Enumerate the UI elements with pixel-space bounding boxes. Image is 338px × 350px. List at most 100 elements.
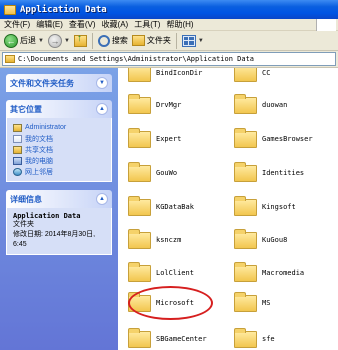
dropdown-arrow-icon: ▼ [38,37,44,44]
forward-button[interactable]: → ▼ [46,32,72,50]
places-panel: 其它位置 ▲ Administrator 我的文档 共享文档 我的电脑 网上邻居 [6,100,112,182]
folder-item[interactable]: CC [234,68,338,88]
folder-item[interactable]: GouWo [128,158,238,188]
up-button[interactable] [72,32,89,50]
folder-icon [128,261,151,282]
folders-label: 文件夹 [146,36,171,45]
network-icon [13,167,22,176]
tasks-panel-header[interactable]: 文件和文件夹任务 ▼ [6,74,112,92]
chevron-down-icon[interactable]: ▼ [96,77,108,89]
tasks-panel-title: 文件和文件夹任务 [10,78,74,88]
address-field[interactable]: C:\Documents and Settings\Administrator\… [2,52,336,66]
menu-tools[interactable]: 工具(T) [134,19,160,30]
address-path: C:\Documents and Settings\Administrator\… [18,55,255,63]
folder-item[interactable]: SBGameCenter [128,324,238,350]
menu-view[interactable]: 查看(V) [69,19,96,30]
tasks-panel: 文件和文件夹任务 ▼ [6,74,112,92]
place-my-computer[interactable]: 我的电脑 [13,155,105,166]
folder-item[interactable]: KuGou8 [234,225,338,255]
folder-item[interactable]: DrvMgr [128,90,238,120]
chevron-up-icon[interactable]: ▲ [96,103,108,115]
folder-item[interactable]: Expert [128,124,238,154]
forward-arrow-icon: → [47,33,62,48]
title-bar: Application Data [0,0,338,19]
folder-item[interactable]: GamesBrowser [234,124,338,154]
folder-item[interactable]: ksnczm [128,225,238,255]
folder-icon [4,4,16,15]
folder-name: ksnczm [156,236,182,244]
search-button[interactable]: 搜索 [96,32,130,50]
toolbar-separator [91,32,93,49]
menu-bar: 文件(F) 编辑(E) 查看(V) 收藏(A) 工具(T) 帮助(H) [0,19,338,31]
folders-button[interactable]: 文件夹 [130,32,173,50]
folder-item[interactable]: sfe [234,324,338,350]
folder-icon [234,161,257,182]
folder-name: BindIconDir [156,69,203,77]
folder-name: CC [262,69,271,77]
folder-icon [234,93,257,114]
folder-icon [128,93,151,114]
details-panel-header[interactable]: 详细信息 ▲ [6,190,112,208]
menu-favorites[interactable]: 收藏(A) [102,19,129,30]
menu-file[interactable]: 文件(F) [4,19,30,30]
folder-icon [234,195,257,216]
chevron-up-icon[interactable]: ▲ [96,193,108,205]
folder-icon [13,123,22,132]
folder-icon [234,228,257,249]
back-label: 后退 [20,36,36,45]
menu-edit[interactable]: 编辑(E) [36,19,63,30]
highlight-circle [128,286,213,320]
folder-icon [128,68,151,82]
place-label: 我的文档 [25,135,53,143]
folder-name: LolClient [156,269,194,277]
folder-item[interactable]: duowan [234,90,338,120]
place-network[interactable]: 网上邻居 [13,166,105,177]
place-label: 网上邻居 [25,168,53,176]
place-my-documents[interactable]: 我的文档 [13,133,105,144]
details-panel-body: Application Data 文件夹 修改日期: 2014年8月30日, 6… [6,208,112,255]
computer-icon [13,156,22,165]
place-administrator[interactable]: Administrator [13,122,105,133]
folder-name: KGDataBak [156,203,194,211]
folder-name: MS [262,299,271,307]
details-type: 文件夹 [13,221,34,228]
folder-name: Expert [156,135,182,143]
folder-icon [128,195,151,216]
folder-name: Kingsoft [262,203,296,211]
folder-name: Macromedia [262,269,305,277]
folder-item[interactable]: Identities [234,158,338,188]
folder-item[interactable]: MS [234,288,338,318]
folder-icon [234,127,257,148]
folder-icon [234,68,257,82]
places-panel-body: Administrator 我的文档 共享文档 我的电脑 网上邻居 [6,118,112,182]
folder-name: SBGameCenter [156,335,207,343]
places-panel-header[interactable]: 其它位置 ▲ [6,100,112,118]
folder-icon [128,327,151,348]
folder-item[interactable]: Macromedia [234,258,338,288]
views-icon [181,34,196,47]
address-bar: C:\Documents and Settings\Administrator\… [0,51,338,68]
toolbar-separator [175,32,177,49]
folder-name: GamesBrowser [262,135,313,143]
documents-icon [13,134,22,143]
views-button[interactable]: ▼ [180,32,206,50]
windows-logo-icon [316,19,336,31]
folder-icon [128,228,151,249]
toolbar: ← 后退 ▼ → ▼ 搜索 文件夹 ▼ [0,31,338,51]
folder-icon [128,127,151,148]
folder-name: duowan [262,101,288,109]
folders-icon [131,35,145,46]
back-arrow-icon: ← [4,33,18,48]
folder-icon [234,261,257,282]
folder-name: sfe [262,335,275,343]
places-panel-title: 其它位置 [10,104,42,114]
folder-item[interactable]: BindIconDir [128,68,238,88]
task-pane: 文件和文件夹任务 ▼ 其它位置 ▲ Administrator 我的文档 共享文… [0,68,118,350]
folder-item[interactable]: KGDataBak [128,192,238,222]
back-button[interactable]: ← 后退 ▼ [2,32,46,50]
folder-name: DrvMgr [156,101,182,109]
menu-help[interactable]: 帮助(H) [166,19,193,30]
place-shared-documents[interactable]: 共享文档 [13,144,105,155]
folder-item[interactable]: LolClient [128,258,238,288]
folder-item[interactable]: Kingsoft [234,192,338,222]
